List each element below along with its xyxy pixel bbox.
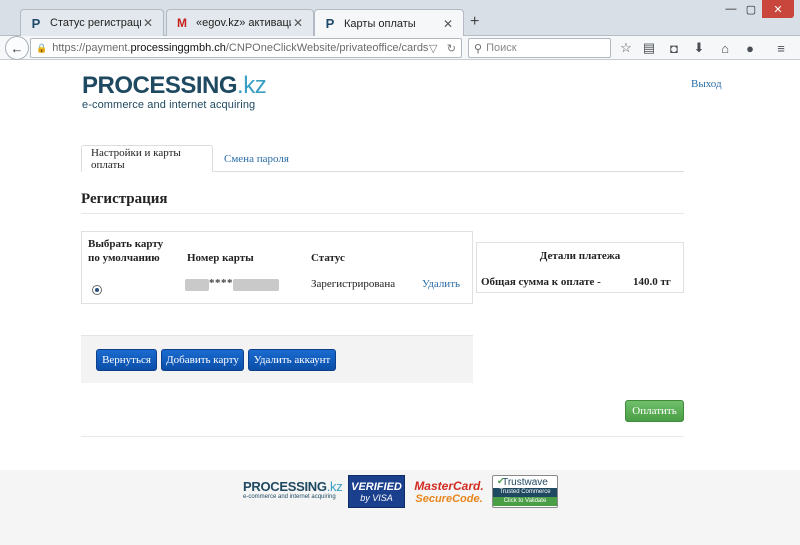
back-arrow-icon[interactable]: ← — [5, 36, 29, 60]
search-icon: ⚲ — [474, 42, 483, 55]
search-input[interactable]: ⚲ Поиск — [468, 38, 611, 58]
tab-change-password[interactable]: Смена пароля — [215, 145, 298, 172]
check-icon: ✔ — [497, 476, 505, 486]
close-tab-icon[interactable]: ✕ — [291, 16, 305, 30]
processing-favicon-icon: P — [325, 16, 335, 31]
default-card-radio[interactable] — [92, 285, 102, 295]
reload-icon[interactable]: ↻ — [447, 42, 456, 55]
tab-settings-and-cards[interactable]: Настройки и карты оплаты — [81, 145, 213, 172]
verified-by-visa-logo: VERIFIED by VISA — [348, 475, 405, 508]
reading-list-icon[interactable]: ▤ — [640, 39, 658, 57]
browser-titlebar: P Статус регистрации ✕ M «egov.kz» актив… — [0, 0, 800, 37]
star-icon[interactable]: ☆ — [617, 39, 635, 57]
close-tab-icon[interactable]: ✕ — [441, 17, 455, 31]
mastercard-securecode-logo: MasterCard. SecureCode. — [414, 478, 484, 505]
footer-divider — [81, 436, 684, 437]
total-amount: 140.0 тг — [633, 276, 671, 288]
browser-navbar: ← 🔒 https://payment.processinggmbh.ch/CN… — [0, 36, 800, 60]
footer-processing-logo: PROCESSING.kz e-commerce and internet ac… — [243, 479, 343, 501]
card-status: Зарегистрирована — [311, 278, 396, 290]
gmail-favicon-icon: M — [177, 16, 187, 30]
minimize-icon[interactable]: — — [722, 0, 740, 18]
column-header-card-number: Номер карты — [187, 252, 254, 264]
delete-card-link[interactable]: Удалить — [422, 278, 460, 290]
processing-logo: PROCESSING.kz e-commerce and internet ac… — [82, 72, 267, 112]
delete-account-button[interactable]: Удалить аккаунт — [248, 349, 336, 371]
add-card-button[interactable]: Добавить карту — [161, 349, 244, 371]
download-icon[interactable]: ⬇ — [690, 39, 708, 57]
trustwave-seal[interactable]: ✔ Trustwave Trusted Commerce Click to Va… — [492, 475, 558, 508]
url-text: https://payment.processinggmbh.ch/CNPOne… — [52, 42, 429, 54]
tab-label: Карты оплаты — [344, 17, 416, 30]
total-label: Общая сумма к оплате - — [481, 276, 601, 288]
card-number-mask — [233, 279, 279, 291]
address-bar[interactable]: 🔒 https://payment.processinggmbh.ch/CNPO… — [30, 38, 462, 58]
footer: PROCESSING.kz e-commerce and internet ac… — [0, 470, 800, 545]
window-close-icon[interactable]: ✕ — [762, 0, 794, 18]
dropdown-arrow-icon[interactable]: ▽ — [429, 42, 437, 55]
browser-tab-payment-cards[interactable]: P Карты оплаты ✕ — [314, 9, 464, 37]
new-tab-icon[interactable]: + — [470, 13, 479, 31]
payment-details: Детали платежа Общая сумма к оплате - 14… — [476, 242, 684, 293]
column-header-default: Выбрать карту по умолчанию — [88, 238, 164, 264]
logout-link[interactable]: Выход — [691, 78, 722, 90]
column-header-status: Статус — [311, 252, 345, 264]
section-title: Регистрация — [81, 191, 168, 207]
card-number-mask — [185, 279, 209, 291]
lock-icon: 🔒 — [36, 42, 48, 53]
browser-tab-registration-status[interactable]: P Статус регистрации ✕ — [20, 9, 164, 36]
browser-tab-egov[interactable]: M «egov.kz» активация акка... ✕ — [166, 9, 314, 36]
cards-table: Выбрать карту по умолчанию Номер карты С… — [81, 231, 473, 304]
chat-icon[interactable]: ● — [741, 39, 759, 57]
menu-icon[interactable]: ≡ — [772, 39, 790, 57]
home-icon[interactable]: ⌂ — [716, 39, 734, 57]
back-button[interactable]: Вернуться — [96, 349, 157, 371]
close-tab-icon[interactable]: ✕ — [141, 16, 155, 30]
maximize-icon[interactable]: ▢ — [742, 0, 760, 18]
payment-details-title: Детали платежа — [539, 250, 621, 262]
pocket-icon[interactable]: ◘ — [665, 39, 683, 57]
section-divider — [81, 213, 684, 214]
tab-label: Статус регистрации — [50, 17, 141, 29]
processing-favicon-icon: P — [31, 15, 41, 31]
actions-bar: Вернуться Добавить карту Удалить аккаунт — [81, 335, 473, 383]
card-number-stars: **** — [209, 277, 233, 289]
pay-button[interactable]: Оплатить — [625, 400, 684, 422]
search-placeholder: Поиск — [486, 42, 517, 54]
tab-label: «egov.kz» активация акка... — [196, 17, 291, 29]
